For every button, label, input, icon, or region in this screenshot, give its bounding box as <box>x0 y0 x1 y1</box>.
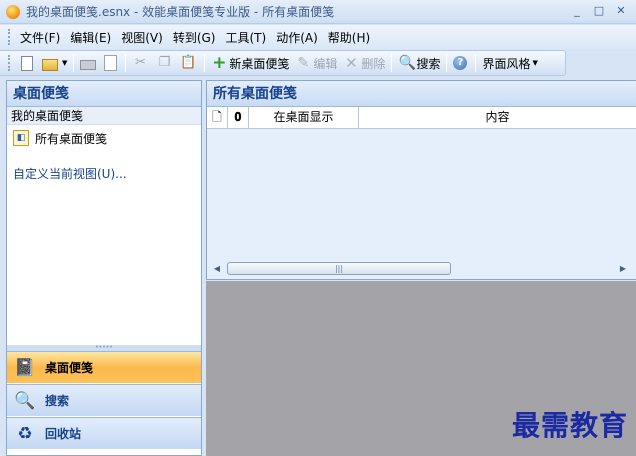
paste-button[interactable]: 📋 <box>177 52 201 74</box>
toolbar-separator <box>446 54 448 72</box>
toolbar: ▼ ✂ ❐ 📋 + 新桌面便笺 ✎ 编辑 ✕ 删除 🔍 搜索 ? 界面风格 ▼ <box>0 50 566 76</box>
toolbar-separator <box>391 54 393 72</box>
new-file-icon <box>21 55 33 71</box>
theme-label: 界面风格 <box>482 56 531 71</box>
print-icon <box>80 60 97 70</box>
close-button[interactable]: ✕ <box>610 2 632 20</box>
toolbar-separator <box>73 54 75 72</box>
search-icon: 🔍 <box>14 390 36 411</box>
window-controls: _ □ ✕ <box>566 2 632 20</box>
toolbar-separator <box>125 54 127 72</box>
cut-button[interactable]: ✂ <box>129 52 153 74</box>
customize-view-link[interactable]: 自定义当前视图(U)... <box>7 165 201 182</box>
watermark-text: 最需教育 <box>511 409 628 442</box>
print-preview-button[interactable] <box>101 52 122 74</box>
nav-button-notes[interactable]: 📓 桌面便笺 <box>7 351 201 383</box>
menu-help[interactable]: 帮助(H) <box>323 27 375 48</box>
theme-dropdown[interactable]: 界面风格 ▼ <box>479 52 540 74</box>
title-bar: 我的桌面便笺.esnx - 效能桌面便笺专业版 - 所有桌面便笺 _ □ ✕ <box>0 0 636 24</box>
print-button[interactable] <box>77 52 101 74</box>
chevron-down-icon: ▼ <box>532 59 538 67</box>
new-file-button[interactable] <box>15 52 39 74</box>
copy-icon: ❐ <box>158 55 171 70</box>
folder-all-notes[interactable]: ◧ 所有桌面便笺 <box>7 125 201 151</box>
menu-actions[interactable]: 动作(A) <box>271 27 323 48</box>
chevron-down-icon: ▼ <box>62 59 68 67</box>
print-preview-icon <box>104 55 118 71</box>
nav-button-recycle-bin[interactable]: ♻ 回收站 <box>7 417 201 449</box>
menu-goto[interactable]: 转到(G) <box>168 27 221 48</box>
new-note-button[interactable]: + 新桌面便笺 <box>208 52 292 74</box>
scroll-left-icon[interactable]: ◀ <box>211 264 223 273</box>
search-button[interactable]: 🔍 搜索 <box>395 52 443 74</box>
menu-grip-icon <box>8 29 11 45</box>
search-icon: 🔍 <box>398 55 416 71</box>
folder-all-notes-label: 所有桌面便笺 <box>35 131 108 146</box>
toolbar-separator <box>475 54 477 72</box>
pencil-icon: ✎ <box>297 55 310 71</box>
minimize-button[interactable]: _ <box>566 2 588 20</box>
paste-icon: 📋 <box>180 55 197 70</box>
nav-button-notes-label: 桌面便笺 <box>45 361 94 375</box>
menu-bar: 文件(F) 编辑(E) 视图(V) 转到(G) 工具(T) 动作(A) 帮助(H… <box>0 25 636 49</box>
toolbar-grip-icon <box>8 55 11 71</box>
plus-icon: + <box>212 53 227 73</box>
new-note-label: 新桌面便笺 <box>229 56 290 71</box>
scroll-track[interactable]: ||| <box>223 262 617 275</box>
folder-group-label: 我的桌面便笺 <box>7 107 201 125</box>
delete-label: 删除 <box>361 56 386 71</box>
paperclip-icon: 𝟎 <box>234 110 242 124</box>
note-list-header: 🗋 𝟎 在桌面显示 内容 <box>207 107 636 129</box>
menu-tools[interactable]: 工具(T) <box>220 27 271 48</box>
menu-view[interactable]: 视图(V) <box>116 27 168 48</box>
note-list-pane: 所有桌面便笺 🗋 𝟎 在桌面显示 内容 ◀ ||| ▶ <box>206 80 636 280</box>
delete-button[interactable]: ✕ 删除 <box>340 52 388 74</box>
navigation-pane: 桌面便笺 我的桌面便笺 ◧ 所有桌面便笺 自定义当前视图(U)... •••••… <box>6 80 202 456</box>
scroll-thumb[interactable]: ||| <box>227 262 451 275</box>
window-title: 我的桌面便笺.esnx - 效能桌面便笺专业版 - 所有桌面便笺 <box>26 5 335 19</box>
copy-button[interactable]: ❐ <box>153 52 177 74</box>
horizontal-scrollbar[interactable]: ◀ ||| ▶ <box>211 261 629 276</box>
column-type[interactable]: 🗋 <box>207 107 228 128</box>
edit-button[interactable]: ✎ 编辑 <box>292 52 340 74</box>
navigation-pane-title: 桌面便笺 <box>7 81 201 107</box>
open-button[interactable]: ▼ <box>39 52 70 74</box>
open-folder-icon <box>42 58 58 71</box>
note-list-title: 所有桌面便笺 <box>207 81 636 107</box>
recycle-icon: ♻ <box>17 423 33 444</box>
reading-pane: 最需教育 <box>206 281 636 456</box>
nav-button-search-label: 搜索 <box>45 394 70 408</box>
delete-x-icon: ✕ <box>345 54 358 72</box>
column-attachment[interactable]: 𝟎 <box>228 107 249 128</box>
app-icon <box>6 4 20 19</box>
document-icon: 🗋 <box>212 110 222 124</box>
help-button[interactable]: ? <box>450 52 472 74</box>
note-folder-icon: ◧ <box>13 130 29 146</box>
menu-file[interactable]: 文件(F) <box>15 27 65 48</box>
search-label: 搜索 <box>416 56 441 71</box>
nav-button-search[interactable]: 🔍 搜索 <box>7 384 201 416</box>
toolbar-separator <box>204 54 206 72</box>
note-icon: 📓 <box>14 357 36 378</box>
column-show-on-desktop[interactable]: 在桌面显示 <box>249 107 359 128</box>
scissors-icon: ✂ <box>134 55 146 70</box>
scroll-right-icon[interactable]: ▶ <box>617 264 629 273</box>
maximize-button[interactable]: □ <box>588 2 610 20</box>
edit-label: 编辑 <box>313 56 338 71</box>
column-content[interactable]: 内容 <box>359 107 636 128</box>
nav-button-recycle-bin-label: 回收站 <box>45 427 82 441</box>
help-icon: ? <box>453 56 468 70</box>
menu-edit[interactable]: 编辑(E) <box>65 27 116 48</box>
